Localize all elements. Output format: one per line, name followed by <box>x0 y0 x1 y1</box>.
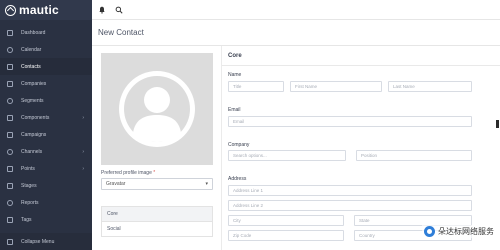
collapse-menu-button[interactable]: Collapse Menu <box>0 233 92 250</box>
collapse-icon <box>7 238 13 245</box>
zip-code-field[interactable]: Zip Code <box>228 230 344 241</box>
search-icon[interactable] <box>113 4 125 16</box>
email-field[interactable]: Email <box>228 116 472 127</box>
page-title: New Contact <box>98 28 144 37</box>
sidebar-item-channels[interactable]: Channels › <box>0 143 92 160</box>
sidebar-item-components[interactable]: Components › <box>0 109 92 126</box>
sidebar-item-label: Tags <box>21 216 32 223</box>
sidebar-item-contacts[interactable]: Contacts <box>0 58 92 75</box>
sidebar-item-label: Contacts <box>21 63 41 70</box>
core-section-header: Core <box>222 46 500 66</box>
core-form: Core Name Title First Name Last Name Ema… <box>222 46 500 250</box>
preferred-image-select[interactable]: Gravatar ▾ <box>101 178 213 190</box>
brand[interactable]: mautic <box>0 0 92 20</box>
chevron-right-icon: › <box>82 148 84 155</box>
watermark-logo-icon <box>424 226 435 237</box>
tab-core[interactable]: Core <box>101 206 213 222</box>
chevron-right-icon: › <box>82 114 84 121</box>
tab-social[interactable]: Social <box>101 221 213 237</box>
bell-icon[interactable] <box>96 4 108 16</box>
calendar-icon <box>7 46 13 53</box>
avatar[interactable] <box>101 53 213 165</box>
avatar-placeholder-icon <box>119 71 195 147</box>
watermark: 朵达标网络服务 <box>422 225 496 238</box>
position-field[interactable]: Position <box>356 150 472 161</box>
preferred-image-value: Gravatar <box>106 181 126 187</box>
last-name-field[interactable]: Last Name <box>388 81 472 92</box>
watermark-text: 朵达标网络服务 <box>438 227 494 236</box>
sidebar-item-companies[interactable]: Companies <box>0 75 92 92</box>
topbar <box>92 0 500 20</box>
sidebar-item-label: Segments <box>21 97 44 104</box>
sidebar-item-dashboard[interactable]: Dashboard <box>0 24 92 41</box>
chevron-right-icon: › <box>82 165 84 172</box>
company-field[interactable]: Search options... <box>228 150 346 161</box>
sidebar-item-stages[interactable]: Stages <box>0 177 92 194</box>
preferred-image-label: Preferred profile image * <box>101 170 155 176</box>
address-line-1-field[interactable]: Address Line 1 <box>228 185 472 196</box>
sidebar-item-segments[interactable]: Segments <box>0 92 92 109</box>
sidebar-item-label: Reports <box>21 199 39 206</box>
sidebar-item-label: Points <box>21 165 35 172</box>
sidebar-item-label: Components <box>21 114 50 121</box>
sidebar-item-label: Companies <box>21 80 47 87</box>
tags-icon <box>7 216 13 223</box>
core-section-title: Core <box>228 52 242 59</box>
sidebar-item-label: Stages <box>21 182 37 189</box>
reports-icon <box>7 199 13 206</box>
name-label: Name <box>228 72 242 78</box>
sidebar-item-label: Dashboard <box>21 29 46 36</box>
company-label: Company <box>228 142 250 148</box>
sidebar-item-tags[interactable]: Tags <box>0 211 92 228</box>
panel-drag-handle[interactable] <box>496 120 499 128</box>
collapse-menu-label: Collapse Menu <box>21 238 55 245</box>
campaigns-icon <box>7 131 13 138</box>
mautic-logo-icon <box>5 4 16 16</box>
caret-down-icon: ▾ <box>205 181 208 187</box>
contacts-icon <box>7 63 13 70</box>
points-icon <box>7 165 13 172</box>
sidebar-item-points[interactable]: Points › <box>0 160 92 177</box>
segments-icon <box>7 97 13 104</box>
components-icon <box>7 114 13 121</box>
title-field[interactable]: Title <box>228 81 284 92</box>
preferred-image-label-text: Preferred profile image <box>101 170 152 176</box>
stages-icon <box>7 182 13 189</box>
email-label: Email <box>228 107 241 113</box>
channels-icon <box>7 148 13 155</box>
brand-name: mautic <box>19 3 59 17</box>
sidebar-item-label: Campaigns <box>21 131 47 138</box>
city-field[interactable]: City <box>228 215 344 226</box>
sidebar: mautic Dashboard Calendar Contacts Companie… <box>0 0 92 250</box>
required-mark: * <box>153 170 156 176</box>
first-name-field[interactable]: First Name <box>290 81 382 92</box>
page-header: New Contact <box>92 20 500 46</box>
address-label: Address <box>228 176 247 182</box>
contact-tabs: Core Social <box>101 206 213 237</box>
sidebar-item-reports[interactable]: Reports <box>0 194 92 211</box>
sidebar-item-campaigns[interactable]: Campaigns <box>0 126 92 143</box>
contact-image-panel: Preferred profile image * Gravatar ▾ Cor… <box>92 46 222 250</box>
sidebar-item-label: Channels <box>21 148 43 155</box>
sidebar-nav: Dashboard Calendar Contacts Companies Segmen… <box>0 20 92 228</box>
dashboard-icon <box>7 29 13 36</box>
sidebar-item-calendar[interactable]: Calendar <box>0 41 92 58</box>
sidebar-item-label: Calendar <box>21 46 42 53</box>
companies-icon <box>7 80 13 87</box>
address-line-2-field[interactable]: Address Line 2 <box>228 200 472 211</box>
